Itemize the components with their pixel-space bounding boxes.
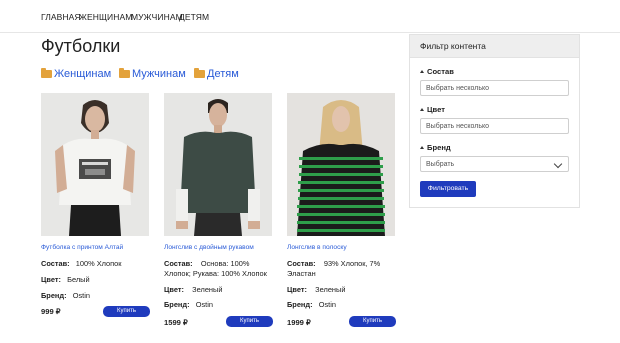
brand-value: Ostin	[195, 300, 213, 309]
nav-kids[interactable]: ДЕТЯМ	[179, 12, 209, 22]
brand-value: Ostin	[72, 291, 90, 300]
nav-home[interactable]: ГЛАВНАЯ	[41, 12, 81, 22]
chevron-down-icon	[553, 159, 563, 169]
top-navigation: ГЛАВНАЯ ЖЕНЩИНАМ МУЖЧИНАМ ДЕТЯМ	[0, 0, 620, 33]
product-image[interactable]	[164, 93, 272, 236]
product-price: 1999 ₽	[287, 318, 311, 327]
color-label: Цвет:	[41, 275, 61, 284]
caret-up-icon	[420, 146, 424, 149]
product-price: 1599 ₽	[164, 318, 188, 327]
brand-filter-text: Бренд	[427, 143, 451, 152]
composition-filter-text: Состав	[427, 67, 454, 76]
category-label: Детям	[207, 68, 239, 80]
category-label: Женщинам	[54, 68, 112, 80]
composition-filter-label: Состав	[420, 67, 454, 76]
brand-label: Бренд:	[287, 300, 313, 309]
color-label: Цвет:	[164, 285, 184, 294]
color-filter-label: Цвет	[420, 105, 445, 114]
product-name-link[interactable]: Лонгслив в полоску	[287, 243, 347, 252]
product-price: 999 ₽	[41, 307, 61, 316]
product-name-link[interactable]: Лонгслив с двойным рукавом	[164, 243, 254, 252]
product-color: Цвет: Белый	[41, 275, 153, 285]
product-composition: Состав: Основа: 100% Хлопок; Рукава: 100…	[164, 259, 276, 279]
folder-icon	[41, 68, 52, 78]
brand-label: Бренд:	[164, 300, 190, 309]
color-label: Цвет:	[287, 285, 307, 294]
product-brand: Бренд: Ostin	[41, 291, 153, 301]
product-brand: Бренд: Ostin	[287, 300, 399, 310]
filter-button[interactable]: Фильтровать	[420, 181, 476, 197]
folder-icon	[194, 68, 205, 78]
composition-label: Состав:	[41, 259, 70, 268]
page-title: Футболки	[41, 36, 121, 56]
color-filter-text: Цвет	[427, 105, 445, 114]
brand-value: Ostin	[318, 300, 336, 309]
buy-button[interactable]: Купить	[103, 306, 150, 317]
color-value: Зеленый	[315, 285, 346, 294]
composition-label: Состав:	[164, 259, 193, 268]
brand-filter-label: Бренд	[420, 143, 451, 152]
category-women[interactable]: Женщинам	[41, 68, 111, 82]
color-multiselect[interactable]: Выбрать несколько	[420, 118, 569, 134]
filter-title: Фильтр контента	[410, 35, 579, 58]
category-kids[interactable]: Детям	[194, 68, 239, 82]
nav-women[interactable]: ЖЕНЩИНАМ	[79, 12, 132, 22]
product-color: Цвет: Зеленый	[164, 285, 276, 295]
product-composition: Состав: 100% Хлопок	[41, 259, 153, 269]
product-image[interactable]	[41, 93, 149, 236]
category-men[interactable]: Мужчинам	[119, 68, 186, 82]
product-image[interactable]	[287, 93, 395, 236]
brand-select[interactable]: Выбрать	[420, 156, 569, 172]
composition-label: Состав:	[287, 259, 316, 268]
product-color: Цвет: Зеленый	[287, 285, 399, 295]
product-brand: Бренд: Ostin	[164, 300, 276, 310]
composition-value: 100% Хлопок	[75, 259, 122, 268]
color-value: Зеленый	[192, 285, 223, 294]
caret-up-icon	[420, 70, 424, 73]
category-label: Мужчинам	[132, 68, 186, 80]
product-name-link[interactable]: Футболка с принтом Алтай	[41, 243, 123, 252]
composition-multiselect[interactable]: Выбрать несколько	[420, 80, 569, 96]
brand-select-value: Выбрать	[426, 161, 455, 168]
product-composition: Состав: 93% Хлопок, 7% Эластан	[287, 259, 399, 279]
buy-button[interactable]: Купить	[349, 316, 396, 327]
nav-men[interactable]: МУЖЧИНАМ	[131, 12, 183, 22]
brand-label: Бренд:	[41, 291, 67, 300]
color-value: Белый	[67, 275, 90, 284]
filter-panel: Фильтр контента Состав Выбрать несколько…	[409, 34, 580, 208]
folder-icon	[119, 68, 130, 78]
buy-button[interactable]: Купить	[226, 316, 273, 327]
caret-up-icon	[420, 108, 424, 111]
